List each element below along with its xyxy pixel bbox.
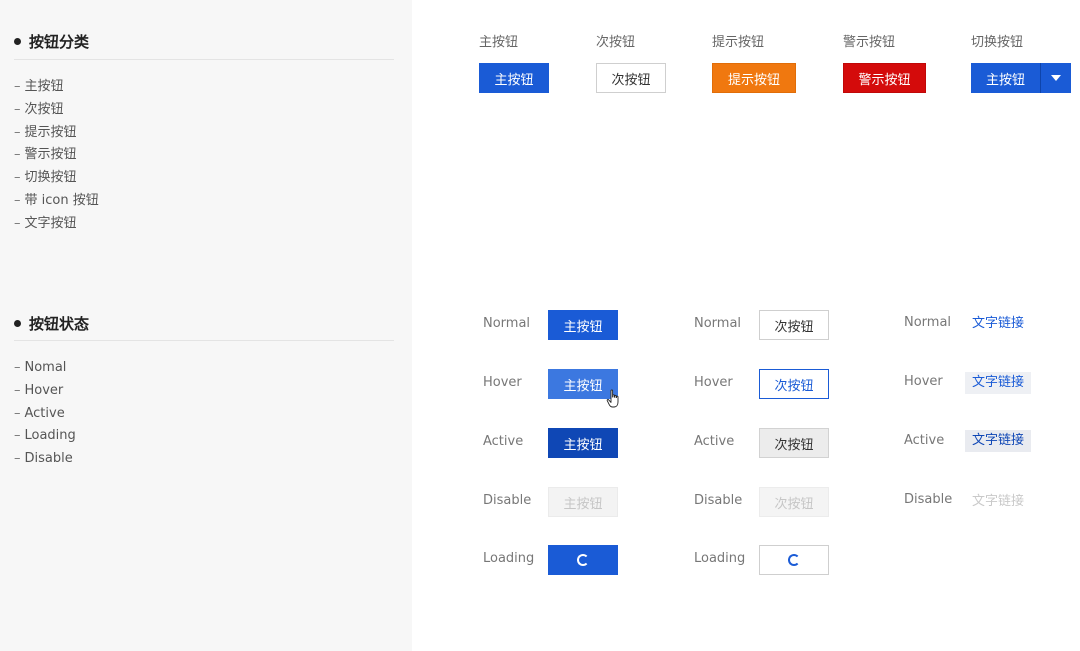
- warning-button[interactable]: 警示按钮: [843, 63, 926, 93]
- section-title-text: 按钮分类: [29, 33, 90, 51]
- state-label-normal: Normal: [904, 315, 952, 330]
- category-list: – 主按钮 – 次按钮 – 提示按钮 – 警示按钮 – 切换按钮 – 带 icon 按钮 –…: [14, 76, 99, 236]
- section-divider: [14, 340, 394, 341]
- text-link-hover[interactable]: 文字链接: [965, 372, 1032, 394]
- sidebar-item-secondary[interactable]: – 次按钮: [14, 99, 99, 122]
- text-link-active[interactable]: 文字链接: [965, 430, 1032, 452]
- secondary-button-disabled: 次按钮: [759, 487, 829, 517]
- sidebar-item-toggle[interactable]: – 切换按钮: [14, 167, 99, 190]
- sidebar-item-disable[interactable]: – Disable: [14, 448, 76, 471]
- secondary-button-normal[interactable]: 次按钮: [759, 310, 829, 340]
- sidebar-item-primary[interactable]: – 主按钮: [14, 76, 99, 99]
- sidebar-item-prompt[interactable]: – 提示按钮: [14, 122, 99, 145]
- prompt-button[interactable]: 提示按钮: [712, 63, 796, 93]
- state-label-loading: Loading: [483, 551, 535, 566]
- secondary-button-loading[interactable]: [759, 545, 829, 575]
- section-title-text: 按钮状态: [29, 315, 90, 333]
- sidebar-item-loading[interactable]: – Loading: [14, 425, 76, 448]
- label-primary: 主按钮: [479, 35, 519, 50]
- caret-down-icon: [1051, 75, 1061, 81]
- sidebar-item-active[interactable]: – Active: [14, 403, 76, 426]
- sidebar-item-warning[interactable]: – 警示按钮: [14, 144, 99, 167]
- state-label-active: Active: [904, 433, 945, 448]
- dot-icon: [14, 38, 21, 45]
- text-link-normal[interactable]: 文字链接: [965, 313, 1031, 335]
- primary-button-disabled: 主按钮: [548, 487, 618, 517]
- secondary-button-hover[interactable]: 次按钮: [759, 369, 829, 399]
- primary-button-loading[interactable]: [548, 545, 618, 575]
- primary-button-normal[interactable]: 主按钮: [548, 310, 618, 340]
- section-divider: [14, 59, 394, 60]
- sidebar-item-normal[interactable]: – Nomal: [14, 357, 76, 380]
- state-label-loading: Loading: [694, 551, 746, 566]
- label-toggle: 切换按钮: [971, 35, 1024, 50]
- spinner-icon: [788, 554, 800, 566]
- primary-button-active[interactable]: 主按钮: [548, 428, 618, 458]
- split-button-main[interactable]: 主按钮: [971, 63, 1041, 93]
- state-label-disable: Disable: [483, 493, 532, 508]
- label-secondary: 次按钮: [596, 35, 636, 50]
- state-label-hover: Hover: [694, 375, 733, 390]
- sidebar-item-icon-button[interactable]: – 带 icon 按钮: [14, 190, 99, 213]
- state-list: – Nomal – Hover – Active – Loading – Disable: [14, 357, 76, 471]
- state-label-normal: Normal: [694, 316, 742, 331]
- sidebar-item-hover[interactable]: – Hover: [14, 380, 76, 403]
- sidebar: 按钮分类 – 主按钮 – 次按钮 – 提示按钮 – 警示按钮 – 切换按钮 – 带 icon…: [0, 0, 412, 651]
- state-label-hover: Hover: [904, 374, 943, 389]
- state-label-active: Active: [483, 434, 524, 449]
- state-label-hover: Hover: [483, 375, 522, 390]
- secondary-button-active[interactable]: 次按钮: [759, 428, 829, 458]
- sidebar-item-text-button[interactable]: – 文字按钮: [14, 213, 99, 236]
- hand-pointer-icon: [606, 389, 619, 408]
- split-button: 主按钮: [971, 63, 1071, 93]
- dot-icon: [14, 320, 21, 327]
- primary-button[interactable]: 主按钮: [479, 63, 549, 93]
- section-title-categories: 按钮分类: [14, 31, 89, 52]
- state-label-normal: Normal: [483, 316, 531, 331]
- state-label-active: Active: [694, 434, 735, 449]
- label-prompt: 提示按钮: [712, 35, 765, 50]
- state-label-disable: Disable: [904, 492, 953, 507]
- spinner-icon: [577, 554, 589, 566]
- split-button-dropdown[interactable]: [1041, 63, 1071, 93]
- text-link-disabled: 文字链接: [972, 494, 1025, 509]
- label-warning: 警示按钮: [843, 35, 896, 50]
- state-label-disable: Disable: [694, 493, 743, 508]
- secondary-button[interactable]: 次按钮: [596, 63, 666, 93]
- section-title-states: 按钮状态: [14, 313, 89, 334]
